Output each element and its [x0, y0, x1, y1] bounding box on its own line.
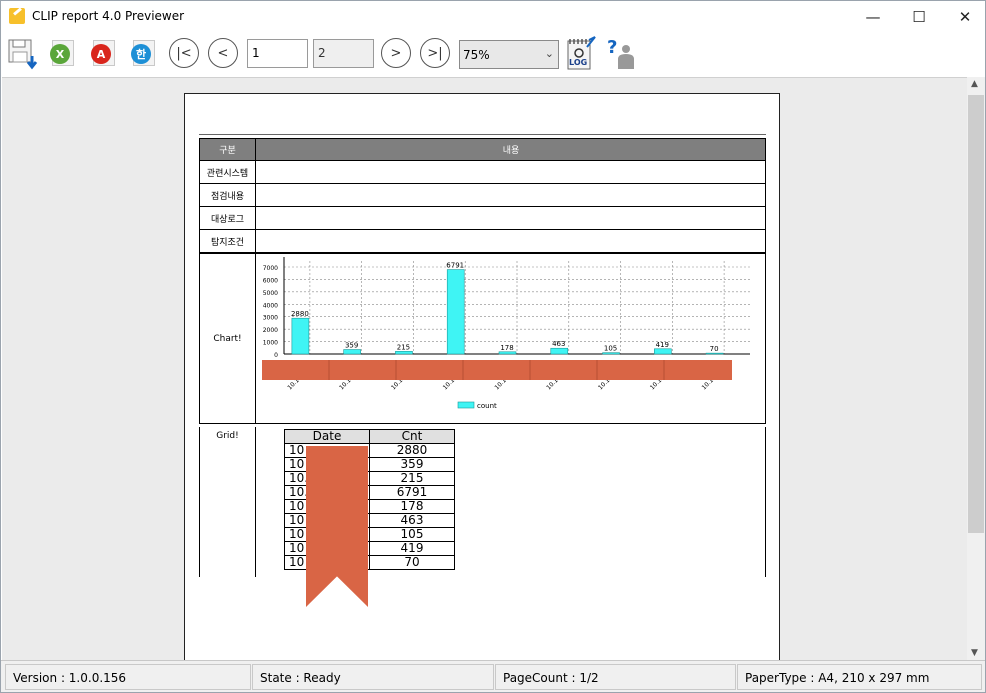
chart-bar: [550, 347, 569, 355]
chart-bar: [343, 349, 361, 355]
log-label: LOG: [569, 58, 588, 67]
first-page-button[interactable]: |<: [169, 38, 199, 68]
row-label: 탐지조건: [200, 230, 256, 252]
table-header-row: 구분 내용: [199, 138, 766, 161]
bar-value-label: 215: [397, 343, 410, 351]
y-tick-label: 4000: [263, 302, 278, 309]
grid-cell-cnt: 359: [369, 457, 455, 472]
maximize-button[interactable]: ☐: [896, 1, 942, 32]
row-label: 관련시스템: [200, 161, 256, 183]
redaction-band: [262, 360, 732, 380]
redaction-ribbon: [306, 446, 368, 607]
table-row: 대상로그: [199, 207, 766, 230]
row-label: 점검내용: [200, 184, 256, 206]
report-page: 구분 내용 관련시스템 점검내용 대상로그 탐지조건 Chart! 0 1000 2…: [184, 93, 780, 660]
chart-bar: [498, 351, 517, 355]
bar-value-label: 178: [500, 344, 513, 352]
chart-bar: [602, 352, 620, 355]
zoom-value: 75%: [463, 48, 490, 62]
chevron-down-icon: ⌄: [544, 47, 554, 60]
save-download-icon: [8, 39, 38, 70]
chart-bar: [654, 348, 672, 355]
chart-bar: [291, 317, 310, 355]
bar-value-label: 70: [710, 345, 719, 353]
chart-bar: [395, 351, 413, 355]
close-button[interactable]: ✕: [942, 1, 986, 32]
grid-header-date: Date: [284, 429, 370, 444]
log-button[interactable]: LOG: [566, 36, 596, 70]
grid-cell-cnt: 419: [369, 541, 455, 556]
prev-page-button[interactable]: <: [208, 38, 238, 68]
bar-value-label: 463: [552, 340, 565, 348]
y-tick-label: 6000: [263, 277, 278, 284]
scroll-down-icon[interactable]: ▼: [971, 648, 978, 658]
pdf-export-button[interactable]: A: [89, 38, 119, 70]
grid-label: Grid!: [200, 427, 256, 577]
pdf-export-icon: A: [91, 44, 111, 64]
header-label: 구분: [200, 139, 256, 160]
last-page-button[interactable]: >|: [420, 38, 450, 68]
vertical-scrollbar[interactable]: ▲ ▼: [967, 77, 985, 660]
previewer-window: CLIP report 4.0 Previewer — ☐ ✕ X A 한 |<: [0, 0, 986, 693]
grid-cell-cnt: 463: [369, 513, 455, 528]
window-title: CLIP report 4.0 Previewer: [32, 9, 185, 23]
minimize-button[interactable]: —: [850, 1, 896, 32]
status-page-count: PageCount : 1/2: [495, 664, 736, 690]
grid-cell-cnt: 6791: [369, 485, 455, 500]
y-tick-label: 1000: [263, 340, 278, 347]
y-tick-label: 0: [274, 352, 278, 359]
status-paper-type: PaperType : A4, 210 x 297 mm: [737, 664, 982, 690]
grid-cell-cnt: 70: [369, 555, 455, 570]
header-content: 내용: [502, 146, 520, 156]
grid-cell-cnt: 105: [369, 527, 455, 542]
bar-value-label: 105: [604, 345, 617, 353]
grid-cell-cnt: 215: [369, 471, 455, 486]
bar-value-label: 419: [656, 341, 669, 349]
chart-bar: [705, 352, 724, 355]
hwp-export-button[interactable]: 한: [129, 38, 159, 70]
excel-export-icon: X: [50, 44, 70, 64]
excel-export-button[interactable]: X: [48, 38, 78, 70]
svg-text:?: ?: [607, 37, 617, 58]
bar-chart: 0 1000 2000 3000 4000 5000 6000 7000 2880 359 215 6…: [262, 257, 750, 410]
grid-cell-cnt: 178: [369, 499, 455, 514]
save-button[interactable]: [7, 38, 38, 70]
table-row: 점검내용: [199, 184, 766, 207]
toolbar: X A 한 |< < 1 2 > >| 75% ⌄ LOG ?: [1, 32, 985, 77]
zoom-select[interactable]: 75% ⌄: [459, 40, 559, 69]
legend-swatch: [457, 401, 475, 409]
grid-cell-cnt: 2880: [369, 443, 455, 458]
status-state: State : Ready: [252, 664, 494, 690]
table-row: 관련시스템: [199, 161, 766, 184]
app-logo-icon: [9, 8, 25, 24]
status-version: Version : 1.0.0.156: [5, 664, 251, 690]
scroll-thumb[interactable]: [968, 95, 984, 533]
bar-value-label: 359: [345, 342, 358, 350]
chart-label: Chart!: [200, 254, 256, 423]
legend-label: count: [477, 402, 497, 410]
y-tick-label: 3000: [263, 315, 278, 322]
y-tick-label: 7000: [263, 265, 278, 272]
bar-value-label: 2880: [291, 310, 309, 318]
next-page-button[interactable]: >: [381, 38, 411, 68]
grid-header-cnt: Cnt: [369, 429, 455, 444]
y-tick-label: 2000: [263, 327, 278, 334]
total-pages-field: 2: [313, 39, 374, 68]
bar-value-label: 6791: [446, 262, 464, 270]
status-bar: Version : 1.0.0.156 State : Ready PageCo…: [1, 660, 985, 692]
chart-bar: [446, 269, 465, 355]
scroll-up-icon[interactable]: ▲: [971, 79, 978, 89]
table-row: 탐지조건: [199, 230, 766, 253]
y-tick-label: 5000: [263, 290, 278, 297]
hwp-export-icon: 한: [131, 44, 151, 64]
top-rule: [199, 134, 766, 135]
row-label: 대상로그: [200, 207, 256, 229]
current-page-input[interactable]: 1: [247, 39, 308, 68]
help-button[interactable]: ?: [605, 36, 639, 70]
title-bar: CLIP report 4.0 Previewer — ☐ ✕: [1, 1, 985, 32]
preview-area[interactable]: 구분 내용 관련시스템 점검내용 대상로그 탐지조건 Chart! 0 1000 2…: [2, 77, 967, 660]
help-icon: ?: [607, 37, 634, 69]
